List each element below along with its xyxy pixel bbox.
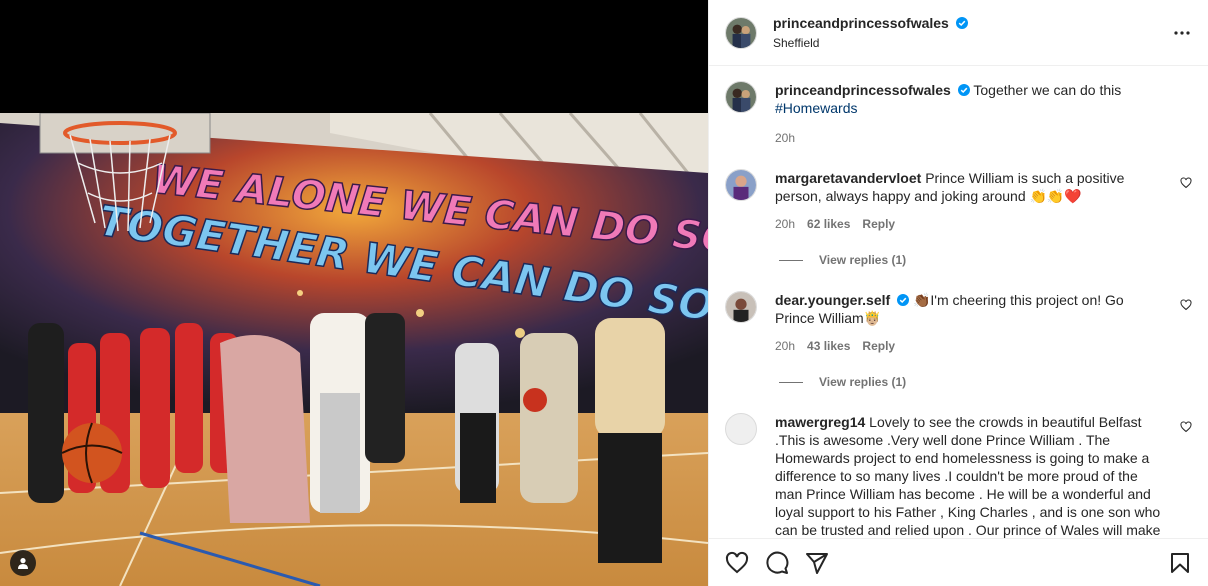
avatar-image [726,170,756,200]
post-sidebar: princeandprincessofwales Sheffield princ… [708,0,1208,586]
action-bar [709,538,1208,586]
post-header: princeandprincessofwales Sheffield [709,0,1208,66]
like-comment-icon[interactable] [1180,299,1192,311]
more-icon [1174,30,1190,35]
comment-likes[interactable]: 62 likes [807,215,850,233]
avatar-image [726,82,756,112]
comment-username[interactable]: dear.younger.self [775,292,890,308]
more-options-button[interactable] [1170,21,1194,45]
replies-divider [779,259,803,261]
tagged-people-button[interactable] [10,550,36,576]
comment-likes[interactable]: 43 likes [807,337,850,355]
caption-username[interactable]: princeandprincessofwales [775,82,951,98]
view-replies-button[interactable]: View replies (1) [779,253,1192,267]
bookmark-icon[interactable] [1168,551,1192,575]
view-replies-button[interactable]: View replies (1) [779,375,1192,389]
avatar[interactable] [725,291,757,323]
like-comment-icon[interactable] [1180,421,1192,433]
comment-item: margaretavandervloet Prince William is s… [725,169,1192,233]
avatar-image [726,17,756,48]
comment-username[interactable]: mawergreg14 [775,414,865,430]
user-icon [18,558,28,569]
avatar[interactable] [725,81,757,113]
avatar[interactable] [725,413,757,445]
view-replies-label: View replies (1) [819,375,907,389]
header-username[interactable]: princeandprincessofwales [773,15,949,31]
comment-item: mawergreg14 Lovely to see the crowds in … [725,413,1192,538]
caption-hashtag[interactable]: #Homewards [775,100,857,116]
post-caption: princeandprincessofwales Together we can… [725,81,1192,147]
comment-item: dear.younger.self 👏🏾I'm cheering this pr… [725,291,1192,355]
like-comment-icon[interactable] [1180,177,1192,189]
comment-username[interactable]: margaretavandervloet [775,170,921,186]
verified-badge-icon [956,17,969,29]
avatar[interactable] [725,169,757,201]
comment-icon[interactable] [765,551,789,575]
comment-time[interactable]: 20h [775,337,795,355]
post-photo[interactable]: WE ALONE WE CAN DO SO LITTLE! TOGETHER W… [0,113,708,586]
avatar[interactable] [725,16,757,49]
comment-text: Lovely to see the crowds in beautiful Be… [775,414,1161,538]
view-replies-label: View replies (1) [819,253,907,267]
verified-badge-icon [897,294,910,306]
comment-time[interactable]: 20h [775,215,795,233]
verified-badge-icon [957,84,970,96]
gym-photo: WE ALONE WE CAN DO SO LITTLE! TOGETHER W… [0,113,708,586]
caption-text: Together we can do this [973,82,1122,98]
post-media: WE ALONE WE CAN DO SO LITTLE! TOGETHER W… [0,0,708,586]
comments-list: princeandprincessofwales Together we can… [709,67,1208,538]
reply-button[interactable]: Reply [862,215,895,233]
reply-button[interactable]: Reply [862,337,895,355]
header-text: princeandprincessofwales Sheffield [773,15,1170,50]
share-icon[interactable] [805,551,829,575]
replies-divider [779,381,803,383]
avatar-image [726,292,756,322]
caption-time[interactable]: 20h [775,129,795,147]
post-location[interactable]: Sheffield [773,36,1170,50]
like-icon[interactable] [725,551,749,575]
